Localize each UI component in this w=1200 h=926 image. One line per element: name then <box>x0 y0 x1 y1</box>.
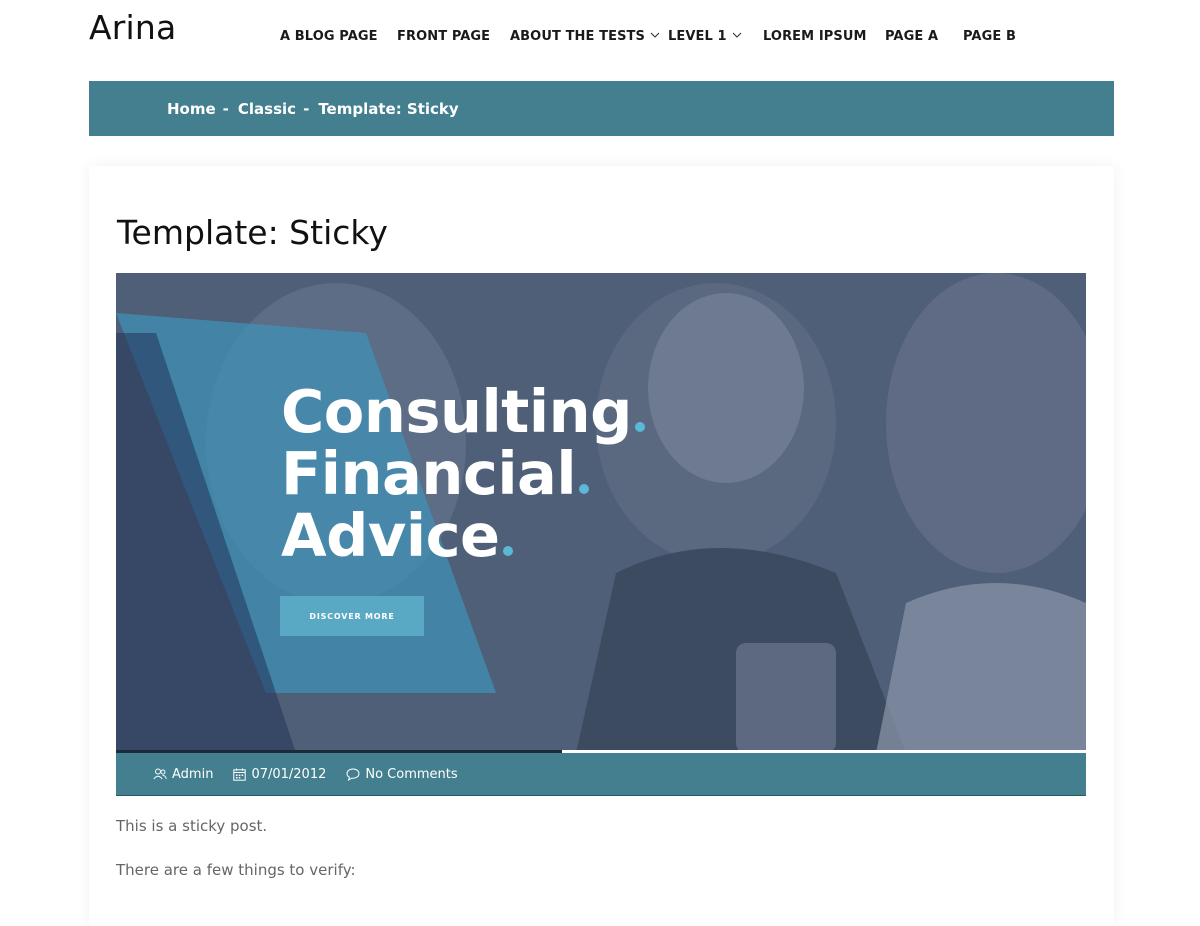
nav-item-label: A BLOG PAGE <box>280 29 378 44</box>
post-paragraph: This is a sticky post. <box>116 817 268 835</box>
post-author[interactable]: Admin <box>153 767 213 782</box>
post-paragraph: There are a few things to verify: <box>116 861 356 879</box>
nav-item-page-b[interactable]: PAGE B <box>963 28 1016 46</box>
nav-item-lorem-ipsum[interactable]: LOREM IPSUM <box>763 28 867 46</box>
nav-item-label: PAGE B <box>963 29 1016 44</box>
breadcrumb-bar: Home - Classic - Template: Sticky <box>89 81 1114 136</box>
hero-accent-dot <box>502 546 513 556</box>
nav-item-label: FRONT PAGE <box>397 29 491 44</box>
hero-line: Consulting <box>281 381 645 443</box>
hero-line: Financial <box>281 443 645 505</box>
comment-icon <box>346 767 360 781</box>
hero-headline: Consulting Financial Advice <box>281 381 645 567</box>
post-author-label: Admin <box>172 766 214 782</box>
discover-more-button[interactable]: DISCOVER MORE <box>280 596 424 636</box>
nav-item-page-a[interactable]: PAGE A <box>885 28 938 46</box>
nav-item-label: ABOUT THE TESTS <box>510 29 645 44</box>
hero-accent-dot <box>579 484 590 494</box>
breadcrumb: Home - Classic - Template: Sticky <box>167 81 459 136</box>
nav-item-label: LOREM IPSUM <box>763 29 867 44</box>
hero-image: Consulting Financial Advice DISCOVER MOR… <box>116 273 1086 753</box>
post-date-label: 07/01/2012 <box>251 766 327 782</box>
breadcrumb-classic[interactable]: Classic <box>238 100 296 118</box>
user-icon <box>153 768 167 780</box>
post-meta-bar: Admin 07/01/2012 No Comments <box>116 753 1086 796</box>
chevron-down-icon <box>732 32 742 38</box>
nav-item-a-blog-page[interactable]: A BLOG PAGE <box>280 28 378 46</box>
post-comments[interactable]: No Comments <box>346 766 458 782</box>
post-comments-label: No Comments <box>365 766 458 782</box>
site-title[interactable]: Arina <box>89 8 176 47</box>
nav-item-level-1[interactable]: LEVEL 1 <box>668 28 742 46</box>
page-title: Template: Sticky <box>117 213 388 252</box>
nav-item-about-the-tests[interactable]: ABOUT THE TESTS <box>510 28 660 46</box>
breadcrumb-separator: - <box>222 99 229 118</box>
post-date[interactable]: 07/01/2012 <box>233 767 326 782</box>
nav-item-front-page[interactable]: FRONT PAGE <box>397 28 490 46</box>
calendar-icon <box>233 768 247 781</box>
hero-line: Advice <box>281 505 645 567</box>
nav-item-label: PAGE A <box>885 29 939 44</box>
nav-item-label: LEVEL 1 <box>668 29 727 44</box>
breadcrumb-current: Template: Sticky <box>318 99 459 118</box>
breadcrumb-home[interactable]: Home <box>167 100 216 118</box>
hero-accent-dot <box>634 422 645 432</box>
chevron-down-icon <box>650 32 660 38</box>
breadcrumb-separator: - <box>303 99 310 118</box>
